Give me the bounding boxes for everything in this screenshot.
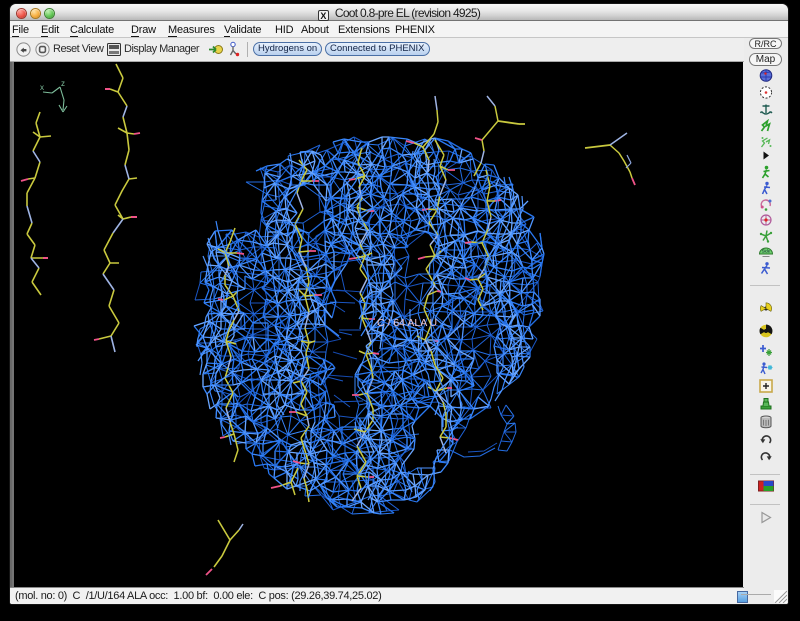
svg-text:z: z bbox=[61, 79, 65, 88]
svg-text:Side: Side bbox=[762, 249, 771, 254]
svg-text:C / 64 ALA U: C / 64 ALA U bbox=[377, 317, 437, 329]
svg-text:x: x bbox=[40, 83, 44, 92]
